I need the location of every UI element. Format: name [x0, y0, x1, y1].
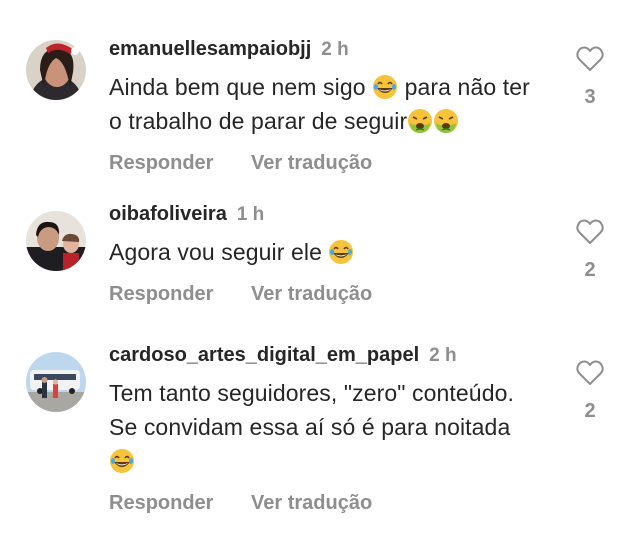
username[interactable]: emanuellesampaiobjj	[109, 38, 311, 61]
comment-text: Ainda bem que nem sigo para não ter o tr…	[109, 70, 549, 138]
like-count: 2	[584, 400, 596, 422]
laughing-emoji-icon	[328, 239, 354, 265]
comment-body: emanuellesampaiobjj 2 h Ainda bem que ne…	[109, 38, 549, 175]
username[interactable]: oibafoliveira	[109, 203, 227, 226]
like-control[interactable]: 2	[572, 360, 608, 423]
comment-header: cardoso_artes_digital_em_papel 2 h	[109, 344, 549, 370]
comment-header: emanuellesampaiobjj 2 h	[109, 38, 549, 64]
timestamp: 2 h	[321, 39, 349, 60]
avatar-image	[26, 211, 86, 271]
comment-text: Tem tanto seguidores, "zero" conteúdo. S…	[109, 376, 529, 478]
heart-outline-icon[interactable]	[576, 46, 604, 72]
comment-body: cardoso_artes_digital_em_papel 2 h Tem t…	[109, 344, 549, 515]
comment-header: oibafoliveira 1 h	[109, 203, 549, 229]
like-count: 2	[584, 259, 596, 281]
comment-text: Agora vou seguir ele	[109, 235, 549, 269]
comment-actions: Responder Ver tradução	[109, 492, 549, 515]
comment-body: oibafoliveira 1 h Agora vou seguir ele R…	[109, 203, 549, 306]
heart-outline-icon[interactable]	[576, 219, 604, 245]
nauseated-emoji-icon	[433, 108, 459, 134]
translate-button[interactable]: Ver tradução	[251, 152, 372, 175]
avatar-image	[26, 352, 86, 412]
heart-outline-icon[interactable]	[576, 360, 604, 386]
translate-button[interactable]: Ver tradução	[251, 283, 372, 306]
reply-button[interactable]: Responder	[109, 283, 213, 306]
avatar[interactable]	[26, 40, 86, 100]
nauseated-emoji-icon	[407, 108, 433, 134]
avatar[interactable]	[26, 352, 86, 412]
reply-button[interactable]: Responder	[109, 152, 213, 175]
translate-button[interactable]: Ver tradução	[251, 492, 372, 515]
comment-text-part: Agora vou seguir ele	[109, 239, 329, 265]
reply-button[interactable]: Responder	[109, 492, 213, 515]
timestamp: 1 h	[236, 204, 265, 225]
like-control[interactable]: 2	[572, 219, 608, 282]
laughing-emoji-icon	[109, 448, 135, 474]
timestamp: 2 h	[429, 345, 457, 366]
laughing-emoji-icon	[372, 74, 398, 100]
like-control[interactable]: 3	[572, 46, 608, 109]
comment-text-part: Ainda bem que nem sigo	[109, 74, 373, 100]
avatar-image	[26, 40, 86, 100]
comment-text-part: Tem tanto seguidores, "zero" conteúdo. S…	[109, 380, 514, 440]
avatar[interactable]	[26, 211, 86, 271]
comment-actions: Responder Ver tradução	[109, 152, 549, 175]
comment-actions: Responder Ver tradução	[109, 283, 549, 306]
like-count: 3	[584, 86, 596, 108]
username[interactable]: cardoso_artes_digital_em_papel	[109, 344, 419, 367]
